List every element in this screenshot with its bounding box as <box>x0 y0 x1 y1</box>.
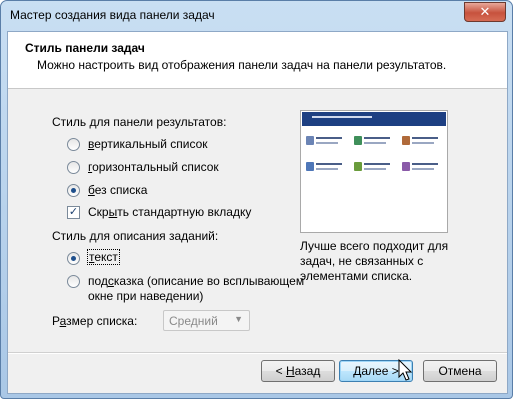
style-preview-image <box>300 110 448 233</box>
radio-text[interactable] <box>67 252 80 265</box>
hide-standard-tab-label[interactable]: Скрыть стандартную вкладку <box>88 205 251 219</box>
cancel-button[interactable]: Отмена <box>423 360 497 382</box>
dialog-client: Стиль панели задач Можно настроить вид о… <box>7 31 508 394</box>
preview-title-bar <box>302 112 446 126</box>
wizard-window: Мастер создания вида панели задач ✕ Стил… <box>0 0 513 399</box>
radio-no-list[interactable] <box>67 184 80 197</box>
back-button[interactable]: < Назад <box>261 360 335 382</box>
radio-horizontal-list[interactable] <box>67 161 80 174</box>
window-title: Мастер создания вида панели задач <box>10 8 215 22</box>
page-description: Можно настроить вид отображения панели з… <box>37 58 447 72</box>
close-button[interactable]: ✕ <box>464 2 506 22</box>
radio-no-list-label[interactable]: без списка <box>88 183 147 197</box>
mouse-pointer-icon <box>398 359 413 381</box>
page-title: Стиль панели задач <box>25 41 145 55</box>
list-size-label: Размер списка: <box>52 314 138 328</box>
chevron-down-icon: ▼ <box>234 314 243 324</box>
radio-tooltip[interactable] <box>67 275 80 288</box>
radio-horizontal-list-label[interactable]: горизонтальный список <box>88 160 219 174</box>
list-size-value: Средний <box>169 314 218 328</box>
footer-separator <box>8 352 507 354</box>
radio-text-label[interactable]: текст <box>87 249 120 265</box>
results-style-label: Стиль для панели результатов: <box>52 115 227 129</box>
wizard-header: Стиль панели задач Можно настроить вид о… <box>8 32 507 89</box>
radio-vertical-list-label[interactable]: вертикальный список <box>88 137 208 151</box>
radio-tooltip-label[interactable]: подсказка (описание во всплывающем окне п… <box>88 274 304 304</box>
title-bar: Мастер создания вида панели задач ✕ <box>1 1 512 31</box>
list-size-dropdown[interactable]: Средний ▼ <box>163 310 250 331</box>
hide-standard-tab-checkbox[interactable]: ✓ <box>67 206 80 219</box>
task-desc-style-label: Стиль для описания заданий: <box>52 229 219 243</box>
close-icon: ✕ <box>479 4 491 19</box>
preview-caption: Лучше всего подходит для задач, не связа… <box>300 239 449 283</box>
radio-vertical-list[interactable] <box>67 138 80 151</box>
checkmark-icon: ✓ <box>68 206 79 218</box>
